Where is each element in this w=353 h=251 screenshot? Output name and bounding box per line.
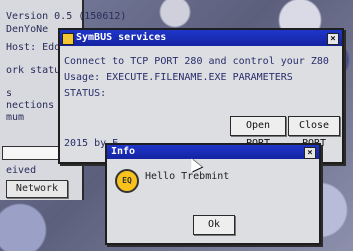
info-titlebar[interactable]: Info ×	[107, 145, 319, 159]
symbus-titlebar[interactable]: SymBUS services ×	[60, 30, 342, 46]
info-dialog[interactable]: Info × EQ Hello Trebmint Ok	[105, 143, 321, 245]
version-text: Version 0.5 (150612)	[6, 11, 127, 22]
host-text: Host: Edo	[6, 42, 61, 53]
connections-text-3: mum	[6, 112, 25, 123]
info-badge-icon: EQ	[115, 169, 139, 193]
info-title: Info	[111, 146, 136, 157]
open-port-button[interactable]: Open PORT	[230, 116, 286, 149]
symbus-window-icon	[62, 33, 74, 45]
symbus-window-title: SymBUS services	[76, 32, 167, 43]
close-icon[interactable]: ×	[304, 147, 316, 159]
symbus-line2: Usage: EXECUTE.FILENAME.EXE PARAMETERS	[64, 72, 293, 83]
info-message: Hello Trebmint	[145, 171, 230, 182]
ok-button[interactable]: Ok	[193, 215, 235, 235]
close-port-button[interactable]: Close PORT	[288, 116, 340, 149]
received-label: eived	[6, 165, 37, 176]
symbus-line1: Connect to TCP PORT 280 and control your…	[64, 56, 329, 67]
author-text: DenYoNe	[6, 24, 49, 35]
close-icon[interactable]: ×	[327, 33, 339, 45]
status-label: STATUS:	[64, 88, 107, 99]
network-button[interactable]: Network	[6, 180, 68, 198]
